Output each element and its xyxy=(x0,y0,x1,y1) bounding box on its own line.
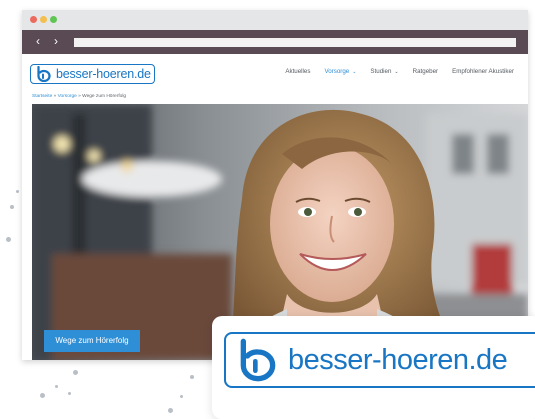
breadcrumb-home-link[interactable]: Startseite xyxy=(32,94,52,99)
decor-dot xyxy=(40,393,45,398)
decor-dot xyxy=(68,392,71,395)
breadcrumb-current: Wege zum Hörerfolg xyxy=(82,94,127,99)
nav-item-label: Ratgeber xyxy=(412,68,439,75)
decor-dot xyxy=(73,370,78,375)
nav-item-label: Aktuelles xyxy=(285,68,311,75)
decor-dot xyxy=(16,190,19,193)
card-logo: besser-hoeren.de xyxy=(224,332,535,388)
nav-item-aktuelles[interactable]: Aktuelles xyxy=(285,68,310,75)
chevron-down-icon: ⌄ xyxy=(394,69,399,75)
main-nav: Aktuelles Vorsorge ⌄ Studien ⌄ Ratgeber Em… xyxy=(271,68,514,75)
browser-titlebar xyxy=(22,10,528,30)
hero-cta-button[interactable]: Wege zum Hörerfolg xyxy=(44,330,140,352)
nav-item-label: Studien xyxy=(370,68,392,75)
nav-item-label: Empfohlener Akustiker xyxy=(452,68,514,75)
nav-item-vorsorge[interactable]: Vorsorge ⌄ xyxy=(324,68,356,75)
breadcrumb-section-link[interactable]: Vorsorge xyxy=(58,94,77,99)
web-page: besser-hoeren.de Aktuelles Vorsorge ⌄ Stu… xyxy=(22,54,528,360)
breadcrumb: Startseite » Vorsorge » Wege zum Hörerfo… xyxy=(32,94,126,99)
browser-toolbar: ‹ › xyxy=(22,30,528,54)
bh-logo-icon xyxy=(230,334,286,386)
card-logo-text: besser-hoeren.de xyxy=(288,343,508,376)
chevron-right-icon[interactable]: › xyxy=(54,34,58,48)
nav-item-label: Vorsorge xyxy=(324,68,350,75)
address-bar[interactable] xyxy=(74,38,516,47)
nav-item-studien[interactable]: Studien ⌄ xyxy=(370,68,398,75)
decor-dot xyxy=(180,395,183,398)
chevron-down-icon: ⌄ xyxy=(352,69,357,75)
decor-dot xyxy=(190,375,194,379)
chevron-left-icon[interactable]: ‹ xyxy=(36,34,40,48)
decor-dot xyxy=(6,237,11,242)
site-logo[interactable]: besser-hoeren.de xyxy=(30,64,155,84)
close-window-button[interactable] xyxy=(30,16,37,23)
nav-item-ratgeber[interactable]: Ratgeber xyxy=(413,68,438,75)
bh-logo-icon xyxy=(33,64,55,84)
site-logo-text: besser-hoeren.de xyxy=(56,67,151,81)
decor-dot xyxy=(10,205,14,209)
nav-item-akustiker[interactable]: Empfohlener Akustiker xyxy=(452,68,514,75)
minimize-window-button[interactable] xyxy=(40,16,47,23)
site-header: besser-hoeren.de Aktuelles Vorsorge ⌄ Stu… xyxy=(22,54,528,94)
maximize-window-button[interactable] xyxy=(50,16,57,23)
browser-window: ‹ › besser-hoeren.de Aktuelles Vorsorge ⌄… xyxy=(22,10,528,360)
decor-dot xyxy=(55,385,58,388)
logo-card: besser-hoeren.de xyxy=(212,316,535,419)
decor-dot xyxy=(168,408,173,413)
